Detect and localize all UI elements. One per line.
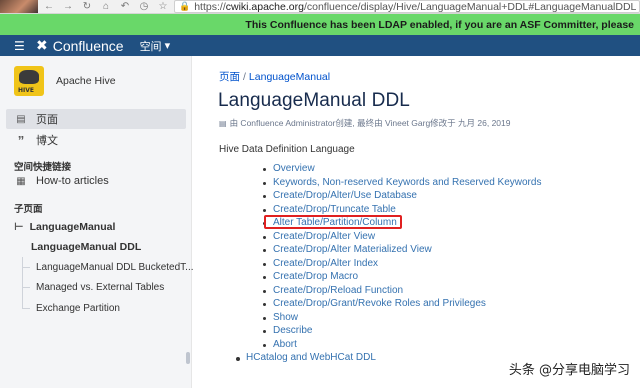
sidebar: Apache Hive ▤ 页面 ” 博文 空间快捷链接 ▦ How-to ar…: [0, 56, 194, 388]
quote-icon: ”: [17, 132, 25, 148]
breadcrumb-item[interactable]: 页面: [219, 71, 240, 83]
tree-connector: [22, 287, 30, 288]
confluence-logo[interactable]: ✖ Confluence: [36, 37, 124, 54]
main-content: 页面 / LanguageManual LanguageManual DDL ▤ 由…: [192, 56, 640, 388]
sidebar-item-label: How-to articles: [36, 175, 109, 187]
forward-icon[interactable]: →: [63, 1, 73, 12]
space-header[interactable]: Apache Hive: [14, 66, 116, 96]
page-title: LanguageManual DDL: [218, 90, 410, 111]
toc-link[interactable]: Overview: [263, 163, 315, 174]
space-menu[interactable]: 空间 ▾: [140, 38, 171, 54]
back-icon[interactable]: ←: [44, 1, 54, 12]
intro-text: Hive Data Definition Language: [219, 144, 355, 155]
toc-link[interactable]: Describe: [262, 325, 312, 336]
space-menu-label: 空间: [139, 40, 162, 53]
hive-logo: [14, 66, 44, 96]
home-icon[interactable]: ⌂: [101, 1, 111, 12]
chevron-down-icon: ▾: [164, 40, 171, 52]
tree-item-managed-external[interactable]: Managed vs. External Tables: [36, 282, 164, 293]
tree-connector: [22, 257, 23, 309]
browser-bar: ← → ↻ ⌂ ↶ ◷ ☆ 🔒 https://cwiki.apache.org…: [0, 0, 640, 14]
confluence-logo-icon: ✖: [36, 37, 48, 53]
tree-item-languagemanual-ddl[interactable]: LanguageManual DDL: [31, 241, 141, 253]
breadcrumb-separator: /: [243, 71, 246, 83]
banner-text: This Confluence has been LDAP enabled, i…: [245, 18, 634, 31]
tree-item-label: LanguageManual: [29, 221, 116, 233]
page-icon: ▤: [16, 113, 26, 125]
tree-connector: [22, 267, 30, 268]
sidebar-item-how-to[interactable]: ▦ How-to articles: [6, 171, 186, 191]
reload-icon[interactable]: ↻: [82, 1, 92, 12]
tree-item-exchange-partition[interactable]: Exchange Partition: [36, 303, 120, 314]
page-byline: ▤ 由 Confluence Administrator创建, 最终由 Vine…: [219, 117, 511, 129]
sidebar-item-label: 页面: [36, 114, 58, 126]
toc-link[interactable]: Create/Drop/Grant/Revoke Roles and Privi…: [263, 298, 486, 309]
confluence-header: ☰ ✖ Confluence 空间 ▾: [0, 35, 640, 56]
toc-link[interactable]: Create/Drop/Truncate Table: [263, 204, 396, 215]
toc-link[interactable]: Show: [262, 312, 298, 323]
tab-thumbnail[interactable]: [0, 0, 38, 13]
tree-connector: [22, 308, 30, 309]
url-prefix: https://: [194, 0, 226, 13]
breadcrumb: 页面 / LanguageManual: [219, 69, 330, 84]
highlight-annotation-box: [264, 215, 402, 229]
watermark: 头条 @分享电脑学习: [508, 363, 630, 378]
document-icon: ▤: [219, 118, 227, 128]
ldap-banner: This Confluence has been LDAP enabled, i…: [0, 14, 640, 35]
history-icon[interactable]: ◷: [139, 1, 149, 12]
children-heading: 子页面: [14, 204, 43, 215]
tree-icon: ⊢: [14, 221, 24, 233]
undo-icon[interactable]: ↶: [120, 1, 130, 12]
byline-text: 由 Confluence Administrator创建, 最终由 Vineet…: [229, 118, 511, 128]
menu-icon[interactable]: ☰: [14, 40, 25, 52]
sidebar-item-blog[interactable]: ” 博文: [6, 130, 186, 150]
sidebar-item-pages[interactable]: ▤ 页面: [6, 109, 186, 129]
toc-link-hcatalog[interactable]: HCatalog and WebHCat DDL: [236, 352, 376, 363]
toc-link[interactable]: Abort: [263, 339, 297, 350]
space-name: Apache Hive: [56, 75, 116, 87]
breadcrumb-item[interactable]: LanguageManual: [249, 71, 330, 83]
toc-link[interactable]: Create/Drop/Alter View: [262, 231, 375, 242]
notebook-icon: ▦: [16, 175, 26, 187]
lock-icon: 🔒: [179, 1, 191, 11]
toc-link[interactable]: Create/Drop/Alter Index: [262, 258, 378, 269]
tree-item-languagemanual[interactable]: ⊢ LanguageManual: [14, 221, 115, 233]
star-icon[interactable]: ☆: [158, 1, 168, 12]
sidebar-item-label: 博文: [36, 135, 58, 147]
toc-link[interactable]: Create/Drop/Alter/Use Database: [263, 190, 417, 201]
url-path: /confluence/display/Hive/LanguageManual+…: [303, 0, 637, 13]
url-host: cwiki.apache.org: [225, 0, 304, 13]
app-name: Confluence: [52, 37, 124, 54]
toc-link[interactable]: Create/Drop/Alter Materialized View: [263, 244, 432, 255]
toc-link[interactable]: Keywords, Non-reserved Keywords and Rese…: [262, 177, 541, 188]
toc-link[interactable]: Create/Drop/Reload Function: [262, 285, 403, 296]
address-bar[interactable]: 🔒 https://cwiki.apache.org/confluence/di…: [174, 0, 640, 13]
sidebar-resize-handle[interactable]: [186, 352, 190, 364]
toc-link[interactable]: Create/Drop Macro: [262, 271, 358, 282]
browser-nav-icons: ← → ↻ ⌂ ↶ ◷ ☆: [38, 1, 174, 12]
tree-item-bucketed[interactable]: LanguageManual DDL BucketedT...: [36, 262, 194, 273]
